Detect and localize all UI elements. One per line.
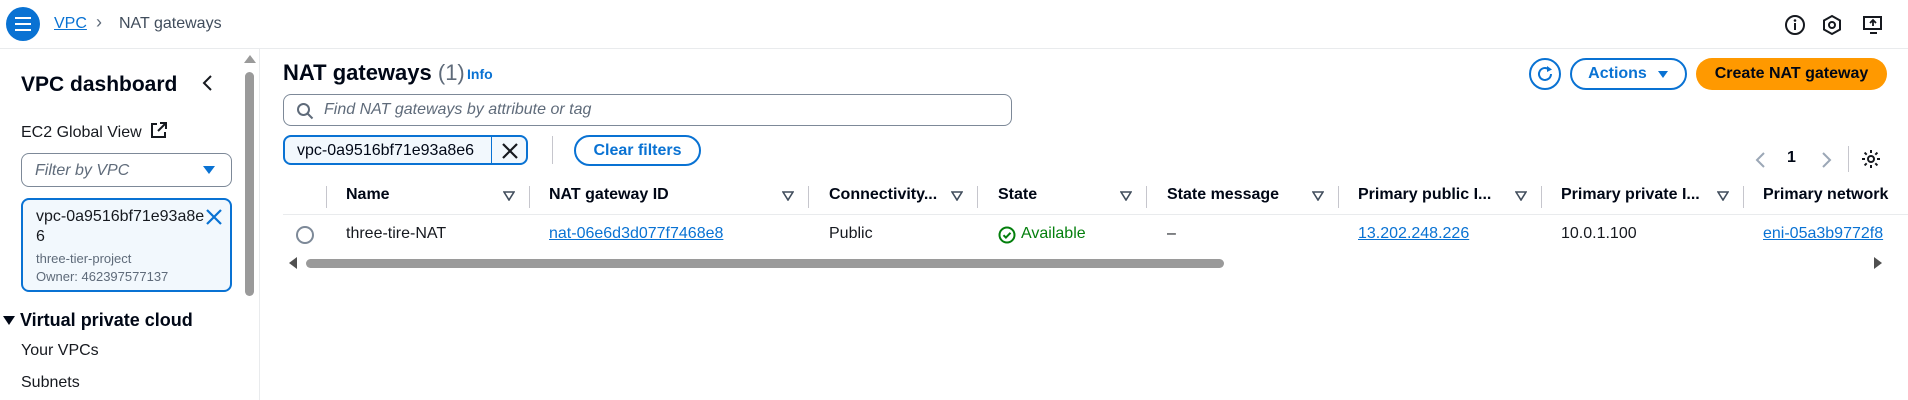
column-header-nat-gateway-id[interactable]: NAT gateway ID	[549, 186, 669, 204]
breadcrumb-vpc[interactable]: VPC	[54, 15, 87, 33]
table-header: Name NAT gateway ID Connectivity... Stat…	[283, 186, 1908, 214]
ec2-global-view-label: EC2 Global View	[21, 124, 142, 141]
sort-caret-icon[interactable]	[1120, 191, 1132, 201]
sidebar-scroll-thumb[interactable]	[245, 72, 254, 296]
feedback-icon[interactable]	[1820, 13, 1844, 37]
menu-icon[interactable]	[6, 7, 40, 41]
actions-label: Actions	[1588, 65, 1647, 82]
column-divider	[808, 186, 809, 208]
sort-caret-icon[interactable]	[951, 191, 963, 201]
header-divider	[283, 214, 1908, 215]
column-divider	[1541, 186, 1542, 208]
divider	[552, 136, 553, 164]
sidebar-item-your-vpcs[interactable]: Your VPCs	[21, 342, 99, 360]
column-header-primary-public-ip[interactable]: Primary public I...	[1358, 186, 1491, 204]
filter-token-label: vpc-0a9516bf71e93a8e6	[297, 142, 475, 159]
column-divider	[529, 186, 530, 208]
column-divider	[326, 186, 327, 208]
external-link-icon	[151, 122, 168, 138]
divider	[1848, 146, 1849, 172]
chevron-right-icon: ›	[96, 12, 102, 32]
column-divider	[1743, 186, 1744, 208]
selected-vpc-owner: Owner: 462397577137	[36, 269, 169, 284]
chevron-left-icon[interactable]	[1753, 150, 1769, 170]
actions-button[interactable]: Actions	[1570, 58, 1687, 90]
scroll-left-icon	[289, 257, 297, 269]
cell-nat-gateway-id[interactable]: nat-06e6d3d077f7468e8	[549, 225, 723, 243]
column-header-primary-private-ip[interactable]: Primary private I...	[1561, 186, 1700, 204]
vpc-filter-placeholder: Filter by VPC	[35, 162, 130, 179]
info-icon[interactable]	[1783, 13, 1807, 37]
filter-token-divider	[491, 137, 492, 163]
cell-primary-public-ip[interactable]: 13.202.248.226	[1358, 225, 1469, 243]
breadcrumb-nat-gateways: NAT gateways	[119, 15, 222, 32]
row-select-radio[interactable]	[296, 226, 314, 244]
section-label: Virtual private cloud	[20, 310, 193, 330]
create-nat-gateway-button[interactable]: Create NAT gateway	[1696, 58, 1887, 90]
sidebar-title: VPC dashboard	[21, 73, 178, 96]
filter-token: vpc-0a9516bf71e93a8e6	[283, 135, 528, 165]
selected-vpc-token: vpc-0a9516bf71e93a8e6 three-tier-project…	[21, 198, 232, 292]
refresh-icon	[1538, 66, 1552, 81]
selected-vpc-id: vpc-0a9516bf71e93a8e6	[36, 208, 205, 245]
section-virtual-private-cloud[interactable]: Virtual private cloud	[0, 310, 193, 331]
settings-icon[interactable]	[1860, 148, 1882, 170]
column-header-state-message[interactable]: State message	[1167, 186, 1279, 204]
sort-caret-icon[interactable]	[1312, 191, 1324, 201]
page-number[interactable]: 1	[1787, 149, 1796, 167]
sort-caret-icon[interactable]	[503, 191, 515, 201]
cell-primary-private-ip: 10.0.1.100	[1561, 225, 1637, 242]
clear-filters-button[interactable]: Clear filters	[574, 135, 701, 166]
caret-down-icon	[203, 166, 215, 174]
info-link[interactable]: Info	[467, 66, 493, 82]
cell-primary-network[interactable]: eni-05a3b9772f8	[1763, 225, 1883, 243]
sort-caret-icon[interactable]	[1515, 191, 1527, 201]
column-header-primary-network[interactable]: Primary network	[1763, 186, 1888, 204]
chevron-right-icon[interactable]	[1818, 150, 1834, 170]
vpc-filter-select[interactable]: Filter by VPC	[21, 153, 232, 187]
search-placeholder: Find NAT gateways by attribute or tag	[324, 101, 592, 118]
sidebar: VPC dashboard EC2 Global View Filter by …	[0, 49, 260, 400]
scroll-up-icon	[244, 55, 256, 63]
caret-down-icon	[3, 316, 15, 325]
search-input[interactable]: Find NAT gateways by attribute or tag	[283, 94, 1012, 126]
screen-share-icon[interactable]	[1861, 13, 1885, 37]
check-circle-icon	[998, 226, 1016, 244]
column-header-connectivity[interactable]: Connectivity...	[829, 186, 937, 204]
selected-vpc-name: three-tier-project	[36, 251, 132, 266]
column-divider	[1338, 186, 1339, 208]
refresh-button[interactable]	[1529, 58, 1561, 90]
cell-state: Available	[1021, 225, 1086, 242]
page-title-text: NAT gateways	[283, 60, 432, 85]
top-navigation-bar: VPC › NAT gateways	[0, 0, 1908, 49]
cell-name: three-tire-NAT	[346, 225, 447, 242]
chevron-left-icon[interactable]	[196, 71, 220, 95]
page-title: NAT gateways (1)	[283, 60, 465, 86]
column-divider	[1146, 186, 1147, 208]
ec2-global-view-link[interactable]: EC2 Global View	[21, 121, 168, 142]
sidebar-item-subnets[interactable]: Subnets	[21, 374, 80, 392]
scroll-right-icon	[1874, 257, 1882, 269]
sort-caret-icon[interactable]	[782, 191, 794, 201]
table-scroll-thumb[interactable]	[306, 259, 1224, 268]
sort-caret-icon[interactable]	[1717, 191, 1729, 201]
column-divider	[977, 186, 978, 208]
caret-down-icon	[1657, 70, 1668, 78]
page-count: (1)	[437, 60, 465, 85]
column-header-state[interactable]: State	[998, 186, 1037, 204]
search-icon	[297, 103, 314, 120]
cell-connectivity: Public	[829, 225, 873, 242]
close-icon[interactable]	[499, 140, 521, 162]
column-header-name[interactable]: Name	[346, 186, 390, 204]
close-icon[interactable]	[203, 206, 225, 228]
cell-state-message: –	[1167, 225, 1176, 242]
